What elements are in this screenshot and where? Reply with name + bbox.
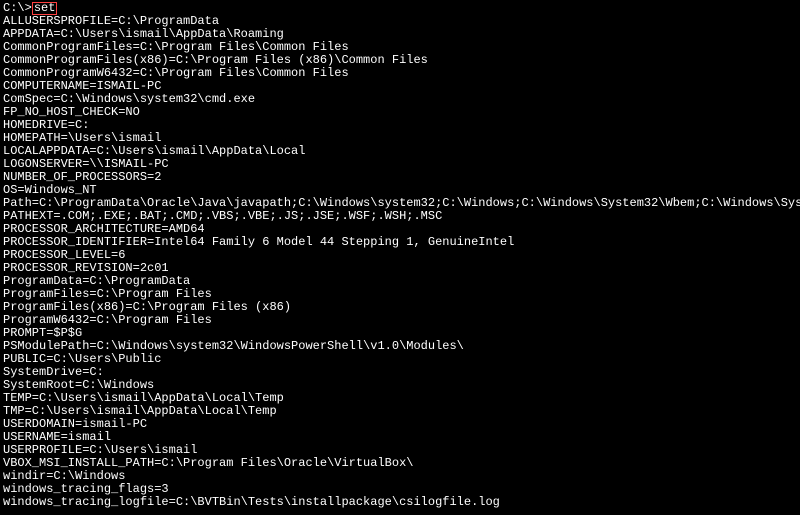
prompt: C:\> bbox=[3, 1, 32, 15]
terminal-output[interactable]: C:\>set ALLUSERSPROFILE=C:\ProgramData A… bbox=[0, 0, 794, 511]
env-output: ALLUSERSPROFILE=C:\ProgramData APPDATA=C… bbox=[3, 14, 800, 509]
